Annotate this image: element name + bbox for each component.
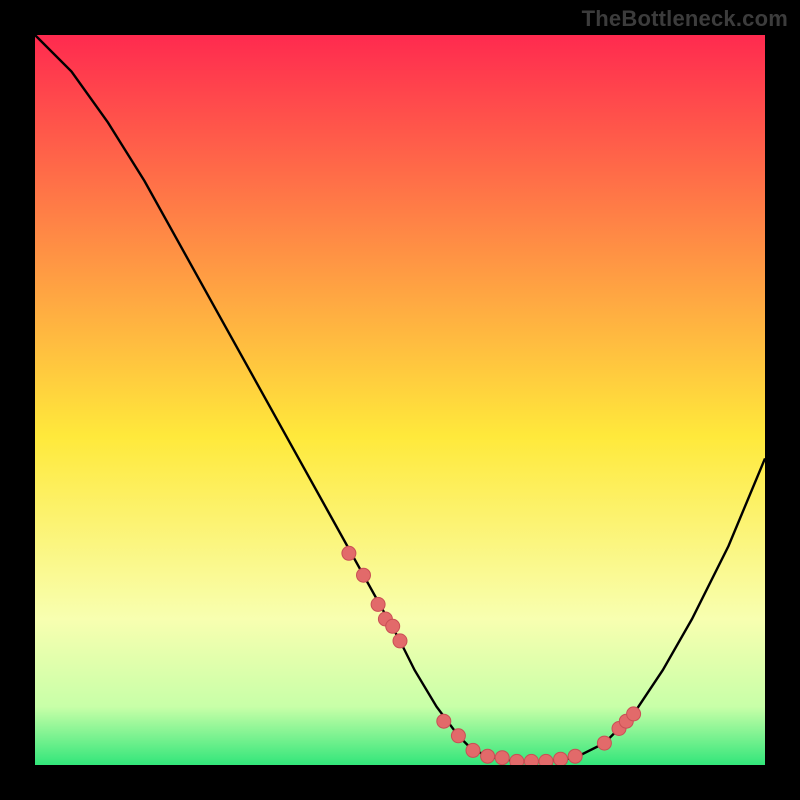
marker-point <box>481 749 495 763</box>
marker-point <box>524 754 538 765</box>
bottleneck-chart <box>35 35 765 765</box>
marker-point <box>393 634 407 648</box>
marker-point <box>568 749 582 763</box>
plot-area <box>35 35 765 765</box>
attribution-text: TheBottleneck.com <box>582 6 788 32</box>
marker-point <box>357 568 371 582</box>
marker-point <box>451 729 465 743</box>
marker-point <box>554 752 568 765</box>
marker-point <box>342 546 356 560</box>
marker-point <box>371 597 385 611</box>
marker-point <box>386 619 400 633</box>
marker-point <box>510 754 524 765</box>
background-gradient <box>35 35 765 765</box>
marker-point <box>597 736 611 750</box>
marker-point <box>495 751 509 765</box>
marker-point <box>437 714 451 728</box>
marker-point <box>539 754 553 765</box>
chart-frame: TheBottleneck.com <box>0 0 800 800</box>
marker-point <box>466 743 480 757</box>
marker-point <box>627 707 641 721</box>
